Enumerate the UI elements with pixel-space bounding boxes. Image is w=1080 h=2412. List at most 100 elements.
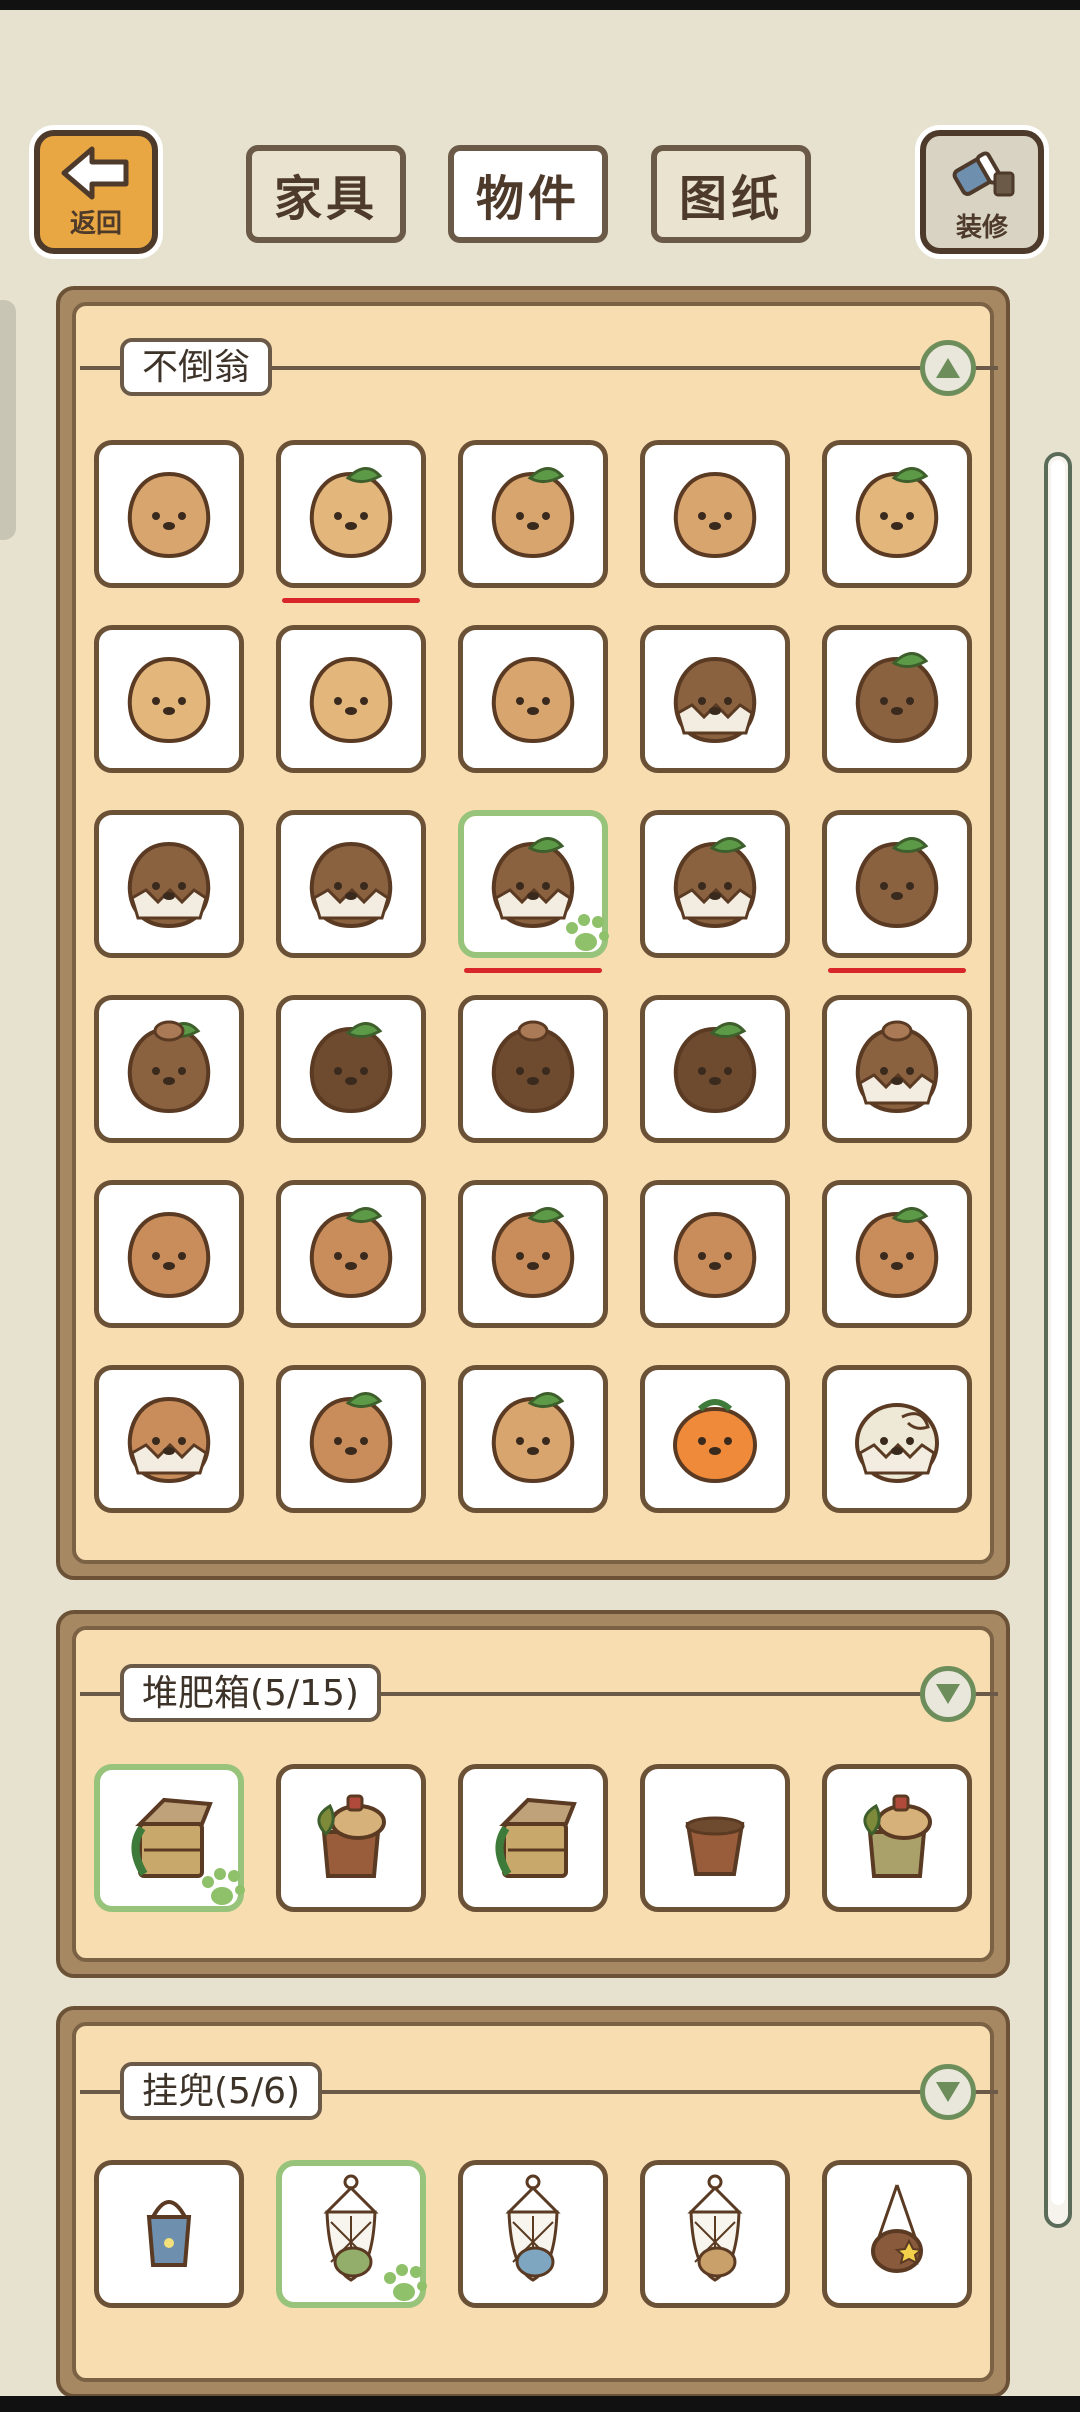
item-slot[interactable] — [94, 625, 244, 773]
tab-items[interactable]: 物件 — [448, 145, 608, 243]
item-slot[interactable] — [822, 1180, 972, 1328]
item-slot[interactable] — [458, 810, 610, 960]
mushroom-cap-doll-icon — [114, 1017, 224, 1121]
triangle-down-icon — [936, 2082, 960, 2102]
item-slot[interactable] — [640, 625, 790, 773]
red-underline-mark — [464, 968, 602, 973]
tab-furniture[interactable]: 家具 — [246, 145, 406, 243]
item-slot[interactable] — [640, 810, 790, 958]
tan-net-bag-icon — [665, 2172, 765, 2296]
paint-brush-icon — [952, 150, 1015, 196]
item-slot[interactable] — [276, 810, 426, 958]
item-slot[interactable] — [640, 1365, 790, 1513]
panda-sprout-doll-icon — [296, 462, 406, 566]
item-slot[interactable] — [276, 1764, 426, 1912]
item-slot[interactable] — [640, 995, 790, 1143]
plain-sloth-doll-icon — [114, 462, 224, 566]
item-slot[interactable] — [822, 440, 972, 588]
vine-crate-compost-icon — [478, 1784, 588, 1892]
item-slot[interactable] — [94, 440, 244, 588]
scrollbar[interactable] — [1044, 452, 1072, 2228]
egg-shell-doll-icon — [114, 832, 224, 936]
item-slot[interactable] — [822, 2160, 972, 2308]
paw-print-icon — [380, 2262, 428, 2310]
item-slot[interactable] — [94, 995, 244, 1143]
item-slot[interactable] — [458, 1764, 608, 1912]
leaf-cap-doll-icon — [842, 1202, 952, 1306]
red-underline-mark — [828, 968, 966, 973]
paw-print-icon — [562, 912, 610, 960]
item-slot[interactable] — [94, 1365, 244, 1513]
expand-button[interactable] — [920, 2064, 976, 2120]
item-slot[interactable] — [640, 2160, 790, 2308]
item-slot[interactable] — [822, 810, 972, 958]
section-title-compost[interactable]: 堆肥箱(5/15) — [120, 1664, 381, 1722]
section-title-hanging-bags[interactable]: 挂兜(5/6) — [120, 2062, 323, 2120]
item-slot[interactable] — [458, 1180, 608, 1328]
item-slot[interactable] — [458, 625, 608, 773]
item-slot[interactable] — [822, 1764, 972, 1912]
section-hanging-bags: 挂兜(5/6) — [56, 2006, 1010, 2398]
status-bar — [0, 0, 1080, 10]
decorate-button[interactable]: 装修 — [920, 130, 1044, 254]
back-label: 返回 — [69, 208, 122, 239]
cracked-monocle-doll-icon — [114, 1387, 224, 1491]
edge-handle[interactable] — [0, 300, 16, 540]
item-slot[interactable] — [276, 1365, 426, 1513]
item-slot[interactable] — [276, 995, 426, 1143]
blue-net-bag-icon — [483, 2172, 583, 2296]
item-slot[interactable] — [640, 1764, 790, 1912]
triangle-up-icon — [936, 358, 960, 378]
collapse-button[interactable] — [920, 340, 976, 396]
back-arrow-icon — [61, 146, 129, 199]
item-slot[interactable] — [822, 625, 972, 773]
item-slot[interactable] — [94, 810, 244, 958]
chestnut-shell-doll-icon — [660, 647, 770, 751]
item-slot[interactable] — [458, 440, 608, 588]
star-pouch-bag-icon — [847, 2177, 947, 2291]
scrollbar-thumb[interactable] — [1051, 460, 1065, 2205]
item-slot[interactable] — [276, 2160, 428, 2310]
sprout-bird-doll-icon — [296, 1202, 406, 1306]
tab-blueprints[interactable]: 图纸 — [651, 145, 811, 243]
section-title-dolls[interactable]: 不倒翁 — [120, 338, 273, 396]
item-slot[interactable] — [458, 995, 608, 1143]
mushroom-shell-doll-icon — [842, 1017, 952, 1121]
bear-face-doll-icon — [660, 462, 770, 566]
back-button[interactable]: 返回 — [34, 130, 158, 254]
item-slot[interactable] — [458, 1365, 608, 1513]
item-slot[interactable] — [276, 625, 426, 773]
triangle-down-icon — [936, 1684, 960, 1704]
smiling-doll-icon — [296, 647, 406, 751]
blushing-egg-doll-icon — [296, 832, 406, 936]
sloth-face-doll-icon — [660, 1202, 770, 1306]
section-compost: 堆肥箱(5/15) — [56, 1610, 1010, 1978]
item-slot[interactable] — [822, 1365, 972, 1513]
chestnut-leaf-doll-icon — [842, 647, 952, 751]
sleepy-leaf-doll-icon — [842, 462, 952, 566]
item-slot[interactable] — [276, 1180, 426, 1328]
shell-bird-doll-icon — [842, 1387, 952, 1491]
item-slot[interactable] — [94, 2160, 244, 2308]
item-slot[interactable] — [458, 2160, 608, 2308]
paw-print-icon — [198, 1866, 246, 1914]
expand-button[interactable] — [920, 1666, 976, 1722]
item-slot[interactable] — [94, 1180, 244, 1328]
berry-leaf-doll-icon — [660, 1017, 770, 1121]
item-slot[interactable] — [822, 995, 972, 1143]
leaf-hood-doll-icon — [296, 1017, 406, 1121]
clay-pot-compost-icon — [660, 1784, 770, 1892]
item-slot[interactable] — [640, 1180, 790, 1328]
item-slot[interactable] — [94, 1764, 246, 1914]
red-underline-mark — [282, 598, 420, 603]
leaf-pot-compost-icon — [842, 1784, 952, 1892]
navigation-bar — [0, 2396, 1080, 2412]
onion-sprout-doll-icon — [296, 1387, 406, 1491]
item-slot[interactable] — [276, 440, 426, 588]
item-slot[interactable] — [640, 440, 790, 588]
spotted-doll-icon — [478, 647, 588, 751]
sprout-sloth-doll-icon — [842, 832, 952, 936]
mushroom-arm-doll-icon — [478, 1017, 588, 1121]
section-dolls: 不倒翁 — [56, 286, 1010, 1580]
pumpkin-doll-icon — [660, 1387, 770, 1491]
